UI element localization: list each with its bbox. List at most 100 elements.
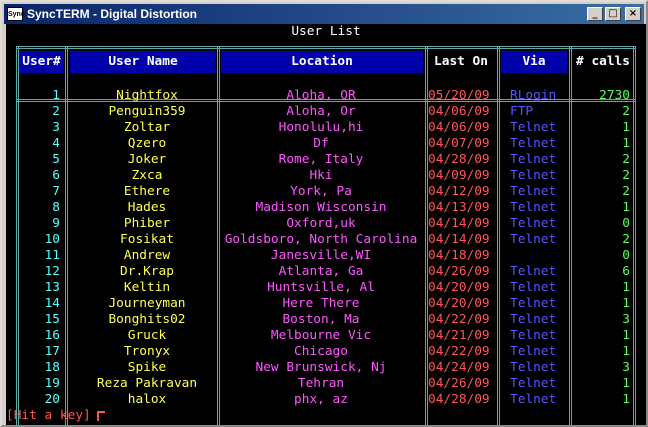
user-calls: 2 [622,152,630,167]
cursor-icon [96,410,105,421]
app-icon[interactable]: Sync [7,7,25,21]
app-window: Sync SyncTERM - Digital Distortion _ □ ×… [0,0,648,427]
user-name: Gruck [127,328,167,343]
user-via: Telnet [510,376,557,391]
user-location: New Brunswick, Nj [255,360,387,375]
user-last-on: 04/21/09 [428,328,490,343]
user-via: Telnet [510,296,557,311]
user-calls: 1 [622,200,630,215]
user-number: 10 [44,232,60,247]
user-calls: 1 [622,120,630,135]
user-name: Andrew [123,248,171,263]
user-number: 15 [44,312,60,327]
user-via: FTP [510,104,534,119]
user-last-on: 04/28/09 [428,392,490,407]
user-location: Oxford,uk [286,216,356,231]
user-number: 20 [44,392,60,407]
user-number: 1 [52,88,60,103]
user-calls: 1 [622,376,630,391]
user-calls: 0 [622,248,630,263]
user-last-on: 04/06/09 [428,104,490,119]
user-number: 16 [44,328,60,343]
user-via: Telnet [510,152,557,167]
col-divider-3 [425,46,426,425]
user-via: Telnet [510,344,557,359]
user-name: Fosikat [120,232,174,247]
user-name: Reza Pakravan [96,376,198,391]
user-via: Telnet [510,216,557,231]
user-calls: 1 [622,296,630,311]
user-number: 3 [52,120,60,135]
user-name: Phiber [123,216,171,231]
user-last-on: 04/12/09 [428,184,490,199]
user-number: 4 [52,136,60,151]
user-location: Melbourne Vic [270,328,372,343]
user-location: Honolulu,hi [278,120,364,135]
user-number: 14 [44,296,60,311]
user-last-on: 04/14/09 [428,216,490,231]
user-last-on: 04/07/09 [428,136,490,151]
col-divider-1 [65,46,66,425]
user-last-on: 04/20/09 [428,296,490,311]
user-location: Hki [309,168,333,183]
user-number: 19 [44,376,60,391]
user-location: Boston, Ma [282,312,360,327]
user-name: Dr.Krap [120,264,174,279]
title-bar[interactable]: Sync SyncTERM - Digital Distortion _ □ × [4,4,644,24]
user-calls: 2730 [599,88,630,103]
hit-key-prompt[interactable]: [Hit a key] [6,408,105,424]
user-via: Telnet [510,280,557,295]
user-via: Telnet [510,184,557,199]
user-last-on: 04/22/09 [428,312,490,327]
user-location: Atlanta, Ga [278,264,364,279]
user-number: 13 [44,280,60,295]
user-last-on: 04/14/09 [428,232,490,247]
user-location: Huntsville, Al [267,280,375,295]
user-location: Tehran [297,376,345,391]
user-name: Zoltar [123,120,171,135]
user-last-on: 04/06/09 [428,120,490,135]
user-last-on: 04/20/09 [428,280,490,295]
user-name: Nightfox [116,88,178,103]
user-name: Joker [127,152,167,167]
user-location: Aloha, OR [286,88,356,103]
user-location: Madison Wisconsin [255,200,387,215]
window-title: SyncTERM - Digital Distortion [27,7,198,21]
user-location: York, Pa [290,184,352,199]
user-calls: 1 [622,136,630,151]
terminal-screen[interactable]: User List User# User Name Location Last … [6,24,646,425]
user-name: Keltin [123,280,171,295]
user-name: Bonghits02 [108,312,186,327]
user-via: Telnet [510,328,557,343]
column-header-via: Via [501,51,567,73]
user-via: Telnet [510,232,557,247]
user-location: Chicago [294,344,348,359]
user-via: Telnet [510,264,557,279]
user-location: Here There [282,296,360,311]
user-calls: 1 [622,344,630,359]
col-divider-0 [16,46,17,425]
user-via: Telnet [510,312,557,327]
user-via: Telnet [510,136,557,151]
user-via: Telnet [510,360,557,375]
user-name: Zxca [131,168,163,183]
user-calls: 1 [622,328,630,343]
user-location: phx, az [294,392,348,407]
column-header-last-on: Last On [434,54,488,69]
user-last-on: 05/20/09 [428,88,490,103]
user-number: 17 [44,344,60,359]
user-calls: 6 [622,264,630,279]
user-number: 6 [52,168,60,183]
col-divider-6 [633,46,634,425]
user-last-on: 04/18/09 [428,248,490,263]
user-location: Janesville,WI [270,248,372,263]
user-last-on: 04/09/09 [428,168,490,183]
user-last-on: 04/26/09 [428,264,490,279]
user-last-on: 04/24/09 [428,360,490,375]
maximize-button[interactable]: □ [605,7,621,21]
minimize-button[interactable]: _ [587,7,603,21]
column-header-user-num: User# [19,51,64,73]
close-button[interactable]: × [625,7,641,21]
column-header-user-name: User Name [70,51,216,73]
user-via: Telnet [510,120,557,135]
